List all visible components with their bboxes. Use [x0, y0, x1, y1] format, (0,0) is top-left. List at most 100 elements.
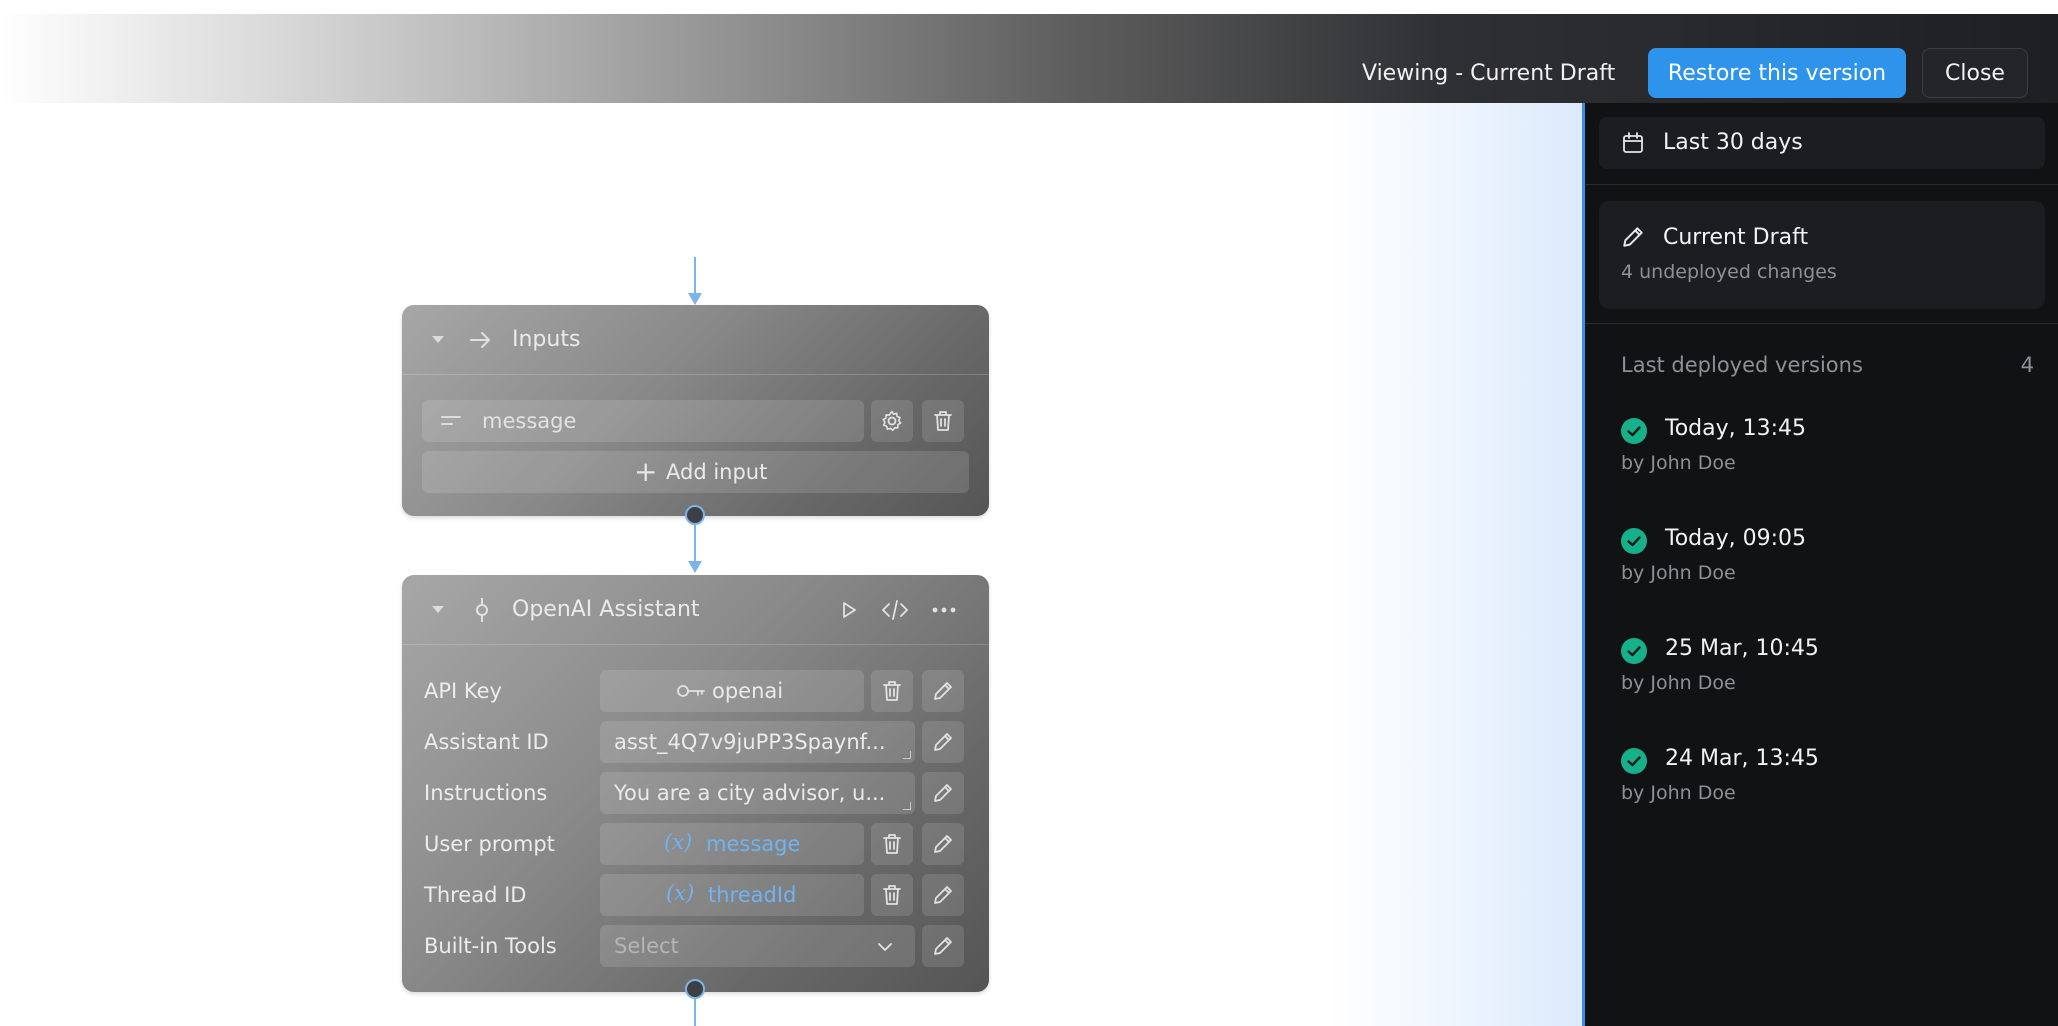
trash-icon — [883, 885, 901, 905]
check-circle-icon — [1621, 528, 1647, 554]
arrow-in-icon — [470, 332, 490, 348]
check-circle-icon — [1621, 748, 1647, 774]
divider — [1585, 323, 2058, 324]
collapse-caret-icon[interactable] — [432, 336, 444, 343]
resize-handle-icon[interactable] — [903, 751, 911, 759]
version-time: 25 Mar, 10:45 — [1665, 636, 1819, 661]
version-item[interactable]: Today, 09:05 by John Doe — [1621, 526, 2041, 606]
thread-id-value: threadId — [708, 883, 797, 907]
trash-icon — [934, 411, 952, 431]
instructions-label: Instructions — [424, 781, 548, 805]
resize-handle-icon[interactable] — [903, 802, 911, 810]
trash-icon — [883, 834, 901, 854]
assistant-output-handle[interactable] — [685, 979, 705, 999]
pencil-icon — [934, 937, 952, 955]
node-header: OpenAI Assistant — [402, 575, 989, 645]
api-key-field[interactable]: openai — [600, 670, 864, 712]
user-prompt-value: message — [706, 832, 801, 856]
code-icon[interactable] — [881, 599, 909, 621]
thread-id-delete-button[interactable] — [871, 874, 913, 916]
instructions-edit-button[interactable] — [922, 772, 964, 814]
thread-id-edit-button[interactable] — [922, 874, 964, 916]
assistant-id-field[interactable]: asst_4Q7v9juPP3Spaynf... — [600, 721, 915, 763]
key-icon — [677, 685, 705, 697]
openai-assistant-node[interactable]: OpenAI Assistant API Key openai Assistan… — [402, 575, 989, 992]
edge-out-of-assistant — [694, 999, 696, 1026]
trash-icon — [883, 681, 901, 701]
user-prompt-label: User prompt — [424, 832, 555, 856]
user-prompt-delete-button[interactable] — [871, 823, 913, 865]
built-in-tools-label: Built-in Tools — [424, 934, 557, 958]
version-time: Today, 13:45 — [1665, 416, 1807, 441]
version-history-header: Viewing - Current Draft Restore this ver… — [0, 14, 2058, 103]
instructions-field[interactable]: You are a city advisor, u... — [600, 772, 915, 814]
node-title: Inputs — [512, 327, 581, 352]
version-time: 24 Mar, 13:45 — [1665, 746, 1819, 771]
built-in-tools-select[interactable]: Select — [600, 925, 915, 967]
variable-icon: (x) — [666, 881, 695, 905]
draft-title: Current Draft — [1663, 225, 1809, 250]
edge-arrowhead — [688, 561, 702, 573]
pencil-icon — [934, 784, 952, 802]
select-placeholder: Select — [614, 934, 679, 958]
version-history-panel: Last 30 days Current Draft 4 undeployed … — [1582, 103, 2058, 1026]
text-lines-icon — [441, 416, 461, 425]
input-name: message — [482, 409, 577, 433]
built-in-tools-edit-button[interactable] — [922, 925, 964, 967]
api-key-edit-button[interactable] — [922, 670, 964, 712]
close-button[interactable]: Close — [1922, 48, 2028, 98]
assistant-id-value: asst_4Q7v9juPP3Spaynf... — [614, 730, 886, 754]
add-input-button[interactable]: + Add input — [422, 451, 969, 493]
workflow-canvas[interactable]: Inputs message + Add input OpenAI Assist… — [0, 103, 1582, 1026]
version-item[interactable]: 24 Mar, 13:45 by John Doe — [1621, 746, 2041, 826]
plus-icon: + — [634, 455, 658, 488]
more-options-icon[interactable] — [932, 605, 956, 615]
version-author: by John Doe — [1621, 452, 1736, 474]
instructions-value: You are a city advisor, u... — [614, 781, 886, 805]
user-prompt-edit-button[interactable] — [922, 823, 964, 865]
edge-arrowhead — [688, 293, 702, 305]
api-key-label: API Key — [424, 679, 502, 703]
thread-id-label: Thread ID — [424, 883, 527, 907]
calendar-icon — [1623, 132, 1643, 153]
input-field-message[interactable]: message — [422, 400, 864, 442]
date-range-filter[interactable]: Last 30 days — [1599, 117, 2045, 169]
deployed-versions-title: Last deployed versions — [1621, 353, 1863, 377]
collapse-caret-icon[interactable] — [432, 606, 444, 613]
deployed-versions-count: 4 — [2020, 353, 2034, 377]
version-author: by John Doe — [1621, 782, 1736, 804]
user-prompt-field[interactable]: (x) message — [600, 823, 864, 865]
pencil-icon — [934, 682, 952, 700]
version-author: by John Doe — [1621, 562, 1736, 584]
api-key-delete-button[interactable] — [871, 670, 913, 712]
thread-id-field[interactable]: (x) threadId — [600, 874, 864, 916]
input-settings-button[interactable] — [871, 400, 913, 442]
draft-subtitle: 4 undeployed changes — [1621, 261, 1837, 283]
restore-version-button[interactable]: Restore this version — [1648, 48, 1906, 98]
current-draft-item[interactable]: Current Draft 4 undeployed changes — [1599, 201, 2045, 309]
inputs-node[interactable]: Inputs message + Add input — [402, 305, 989, 516]
assistant-id-edit-button[interactable] — [922, 721, 964, 763]
assistant-id-label: Assistant ID — [424, 730, 549, 754]
edge-inputs-to-assistant — [694, 525, 696, 565]
api-key-value: openai — [712, 679, 784, 703]
node-title: OpenAI Assistant — [512, 597, 700, 622]
version-time: Today, 09:05 — [1665, 526, 1807, 551]
version-item[interactable]: Today, 13:45 by John Doe — [1621, 416, 2041, 496]
viewing-label: Viewing - Current Draft — [1362, 61, 1616, 86]
variable-icon: (x) — [664, 830, 693, 854]
commit-node-icon — [476, 598, 488, 622]
pencil-icon — [934, 835, 952, 853]
pencil-icon — [934, 733, 952, 751]
version-item[interactable]: 25 Mar, 10:45 by John Doe — [1621, 636, 2041, 716]
play-icon[interactable] — [839, 600, 859, 620]
add-input-label: Add input — [666, 460, 768, 484]
gear-icon — [882, 410, 902, 432]
node-header: Inputs — [402, 305, 989, 375]
inputs-output-handle[interactable] — [685, 505, 705, 525]
divider — [1585, 184, 2058, 185]
check-circle-icon — [1621, 638, 1647, 664]
input-delete-button[interactable] — [922, 400, 964, 442]
edge-into-inputs — [694, 257, 696, 297]
date-range-label: Last 30 days — [1663, 130, 1803, 155]
